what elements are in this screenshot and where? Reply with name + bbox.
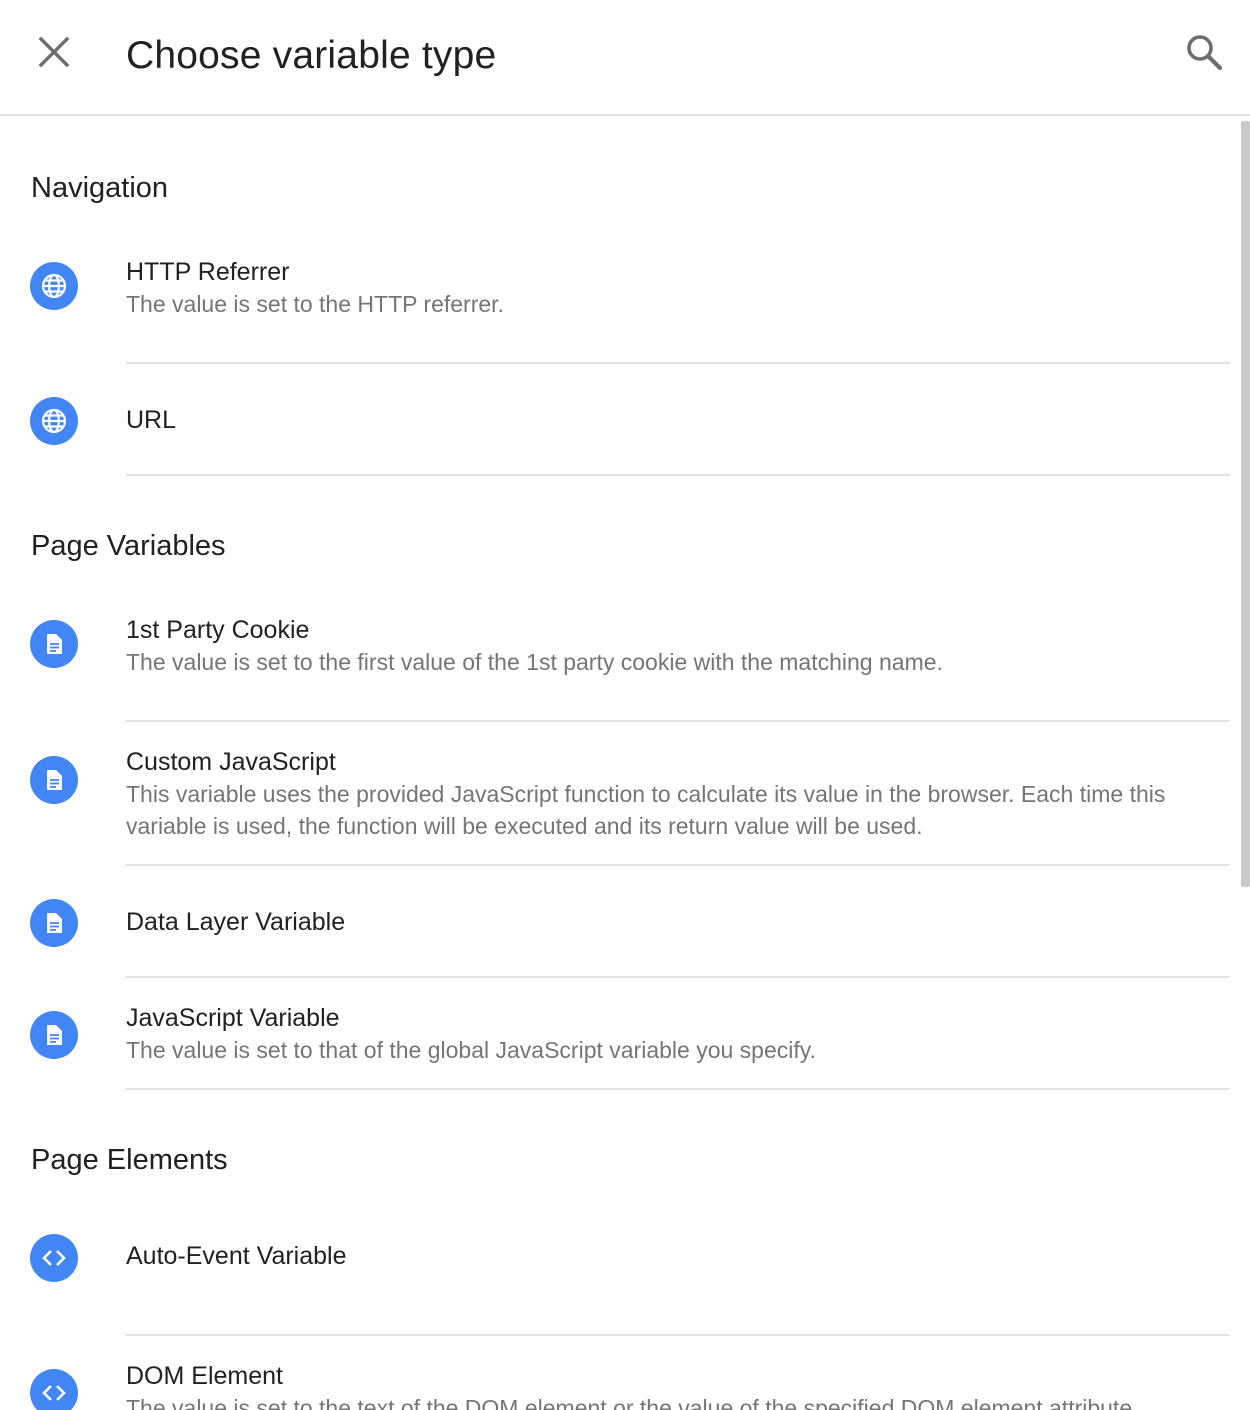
scrollbar-thumb[interactable] [1241, 121, 1250, 887]
item-icon-container [0, 364, 126, 476]
choose-variable-type-dialog: Choose variable type Navigation HTTP Ref… [0, 0, 1250, 1410]
list-item-1st-party-cookie[interactable]: 1st Party Cookie The value is set to the… [0, 610, 1230, 722]
item-title: URL [126, 406, 177, 434]
item-body: HTTP Referrer The value is set to the HT… [126, 252, 1230, 364]
item-title: Custom JavaScript [126, 748, 336, 776]
item-body: JavaScript Variable The value is set to … [126, 978, 1230, 1090]
item-description: The value is set to that of the global J… [126, 1037, 816, 1063]
document-icon [30, 756, 78, 804]
item-body: URL [126, 364, 1230, 476]
close-icon [37, 35, 71, 74]
item-icon-container [0, 610, 126, 722]
document-icon [30, 1011, 78, 1059]
item-description: The value is set to the text of the DOM … [126, 1395, 1139, 1410]
item-icon-container [0, 978, 126, 1090]
globe-icon [30, 262, 78, 310]
page-title: Choose variable type [126, 34, 497, 77]
item-title: DOM Element [126, 1362, 283, 1390]
item-body: DOM Element The value is set to the text… [126, 1336, 1230, 1410]
item-title: HTTP Referrer [126, 258, 290, 286]
document-icon [30, 620, 78, 668]
item-icon-container [0, 866, 126, 978]
list-item-auto-event-variable[interactable]: Auto-Event Variable [0, 1224, 1230, 1336]
list-item-http-referrer[interactable]: HTTP Referrer The value is set to the HT… [0, 252, 1230, 364]
item-title: Data Layer Variable [126, 908, 346, 936]
close-button[interactable] [22, 22, 86, 86]
section-title: Navigation [31, 172, 169, 204]
item-body: 1st Party Cookie The value is set to the… [126, 610, 1230, 722]
search-button[interactable] [1172, 22, 1236, 86]
item-title: 1st Party Cookie [126, 616, 310, 644]
document-icon [30, 899, 78, 947]
item-body: Custom JavaScript This variable uses the… [126, 722, 1230, 866]
item-body: Data Layer Variable [126, 866, 1230, 978]
dialog-header: Choose variable type [0, 0, 1250, 116]
variable-type-list: Navigation HTTP Referrer The value is se… [0, 118, 1230, 1410]
section-page-elements: Page Elements Auto-Event Variable DOM El… [0, 1090, 1230, 1410]
item-icon-container [0, 252, 126, 364]
list-item-data-layer-variable[interactable]: Data Layer Variable [0, 866, 1230, 978]
section-navigation: Navigation HTTP Referrer The value is se… [0, 118, 1230, 476]
item-icon-container [0, 1224, 126, 1336]
list-item-javascript-variable[interactable]: JavaScript Variable The value is set to … [0, 978, 1230, 1090]
code-icon [30, 1234, 78, 1282]
section-title: Page Elements [31, 1144, 228, 1176]
list-item-url[interactable]: URL [0, 364, 1230, 476]
item-icon-container [0, 722, 126, 866]
item-description: The value is set to the first value of t… [126, 649, 943, 675]
search-icon [1185, 33, 1223, 76]
list-item-dom-element[interactable]: DOM Element The value is set to the text… [0, 1336, 1230, 1410]
item-body: Auto-Event Variable [126, 1224, 1230, 1336]
globe-icon [30, 397, 78, 445]
item-description: The value is set to the HTTP referrer. [126, 291, 504, 317]
code-icon [30, 1369, 78, 1410]
item-title: JavaScript Variable [126, 1004, 340, 1032]
item-description: This variable uses the provided JavaScri… [126, 781, 1166, 839]
section-page-variables: Page Variables 1st Party Cookie The valu… [0, 476, 1230, 1090]
item-title: Auto-Event Variable [126, 1242, 347, 1270]
item-icon-container [0, 1336, 126, 1410]
list-item-custom-javascript[interactable]: Custom JavaScript This variable uses the… [0, 722, 1230, 866]
section-title: Page Variables [31, 530, 226, 562]
